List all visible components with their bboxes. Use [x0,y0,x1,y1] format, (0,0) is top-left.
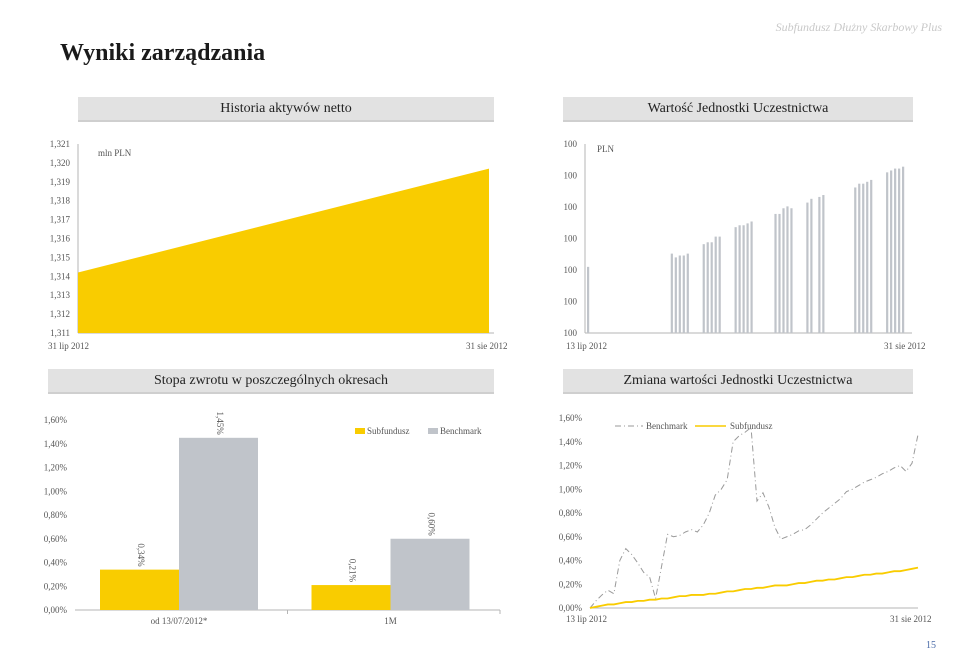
change-x-label-start: 13 lip 2012 [566,614,607,624]
unit-change-chart: Benchmark Subfundusz 13 lip 2012 31 sie … [559,413,932,624]
change-line-benchmark [589,426,919,609]
change-y-tick-label: 0,40% [559,556,583,566]
legend-label-benchmark: Benchmark [646,421,688,431]
page-number: 15 [926,640,936,651]
change-y-tick-label: 0,20% [559,579,583,589]
change-x-label-end: 31 sie 2012 [890,614,932,624]
change-y-tick-label: 0,00% [559,603,583,613]
change-y-tick-label: 1,60% [559,413,583,423]
change-y-tick-label: 0,60% [559,532,583,542]
change-y-tick-label: 0,80% [559,508,583,518]
change-y-tick-label: 1,00% [559,484,583,494]
change-line-subfund [589,566,919,609]
change-y-tick-label: 1,40% [559,437,583,447]
change-y-tick-label: 1,20% [559,461,583,471]
